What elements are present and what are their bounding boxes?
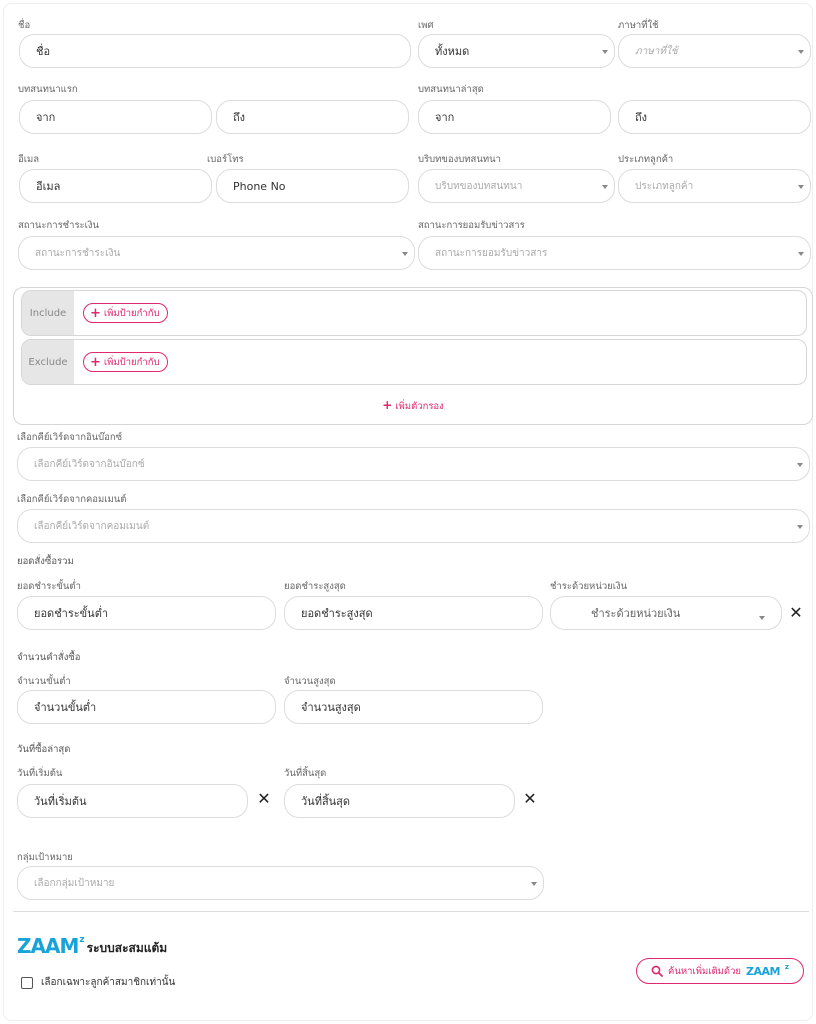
max-count-label: จำนวนสูงสุด bbox=[284, 676, 336, 687]
add-tag-label: เพิ่มป้ายกำกับ bbox=[103, 307, 160, 319]
include-add-tag-button[interactable]: + เพิ่มป้ายกำกับ bbox=[83, 303, 169, 323]
zaam-logo: ZAAM z ระบบสะสมแต้ม bbox=[17, 931, 167, 957]
language-select[interactable]: ภาษาที่ใช้ bbox=[618, 34, 811, 68]
search-button-label: ค้นหาเพิ่มเติมด้วย bbox=[668, 965, 741, 977]
zaam-title: ระบบสะสมแต้ม bbox=[86, 941, 168, 955]
language-label: ภาษาที่ใช้ bbox=[618, 20, 659, 31]
min-count-label: จำนวนขั้นต่ำ bbox=[17, 676, 71, 687]
add-filter-button[interactable]: + เพิ่มตัวกรอง bbox=[14, 398, 812, 414]
end-date-input[interactable]: วันที่สิ้นสุด bbox=[284, 784, 515, 818]
first-conversation-label: บทสนทนาแรก bbox=[18, 84, 78, 95]
start-date-label: วันที่เริ่มต้น bbox=[17, 768, 63, 779]
conversation-context-placeholder: บริบทของบทสนทนา bbox=[435, 180, 523, 192]
start-date-input[interactable]: วันที่เริ่มต้น bbox=[17, 784, 248, 818]
inbox-keyword-placeholder: เลือกคีย์เวิร์ดจากอินบ๊อกซ์ bbox=[34, 458, 145, 470]
first-conversation-from-input[interactable]: จาก bbox=[19, 100, 212, 134]
payment-status-select[interactable]: สถานะการชำระเงิน bbox=[18, 236, 415, 270]
name-label: ชื่อ bbox=[18, 20, 31, 31]
payment-status-placeholder: สถานะการชำระเงิน bbox=[35, 247, 121, 259]
plus-icon: + bbox=[90, 305, 101, 321]
email-input[interactable]: อีเมล bbox=[19, 169, 212, 203]
news-consent-select[interactable]: สถานะการยอมรับข่าวสาร bbox=[418, 236, 811, 270]
gender-select[interactable]: ทั้งหมด bbox=[418, 34, 615, 68]
chevron-down-icon bbox=[759, 616, 765, 620]
conversation-context-select[interactable]: บริบทของบทสนทนา bbox=[418, 169, 615, 203]
zaam-superscript: z bbox=[79, 935, 85, 945]
add-filter-label: เพิ่มตัวกรอง bbox=[395, 401, 444, 412]
exclude-tag-row: Exclude + เพิ่มป้ายกำกับ bbox=[21, 339, 807, 385]
start-date-clear-close-icon[interactable]: ✕ bbox=[255, 790, 273, 808]
comment-keyword-select[interactable]: เลือกคีย์เวิร์ดจากคอมเมนต์ bbox=[17, 509, 810, 543]
tag-filter-box: Include + เพิ่มป้ายกำกับ Exclude + เพิ่ม… bbox=[13, 287, 813, 425]
language-placeholder: ภาษาที่ใช้ bbox=[635, 45, 678, 57]
target-group-placeholder: เลือกกลุ่มเป้าหมาย bbox=[34, 877, 115, 889]
max-payment-label: ยอดชำระสูงสุด bbox=[284, 581, 346, 592]
members-only-checkbox[interactable] bbox=[21, 977, 33, 989]
currency-placeholder: ชำระด้วยหน่วยเงิน bbox=[591, 607, 681, 620]
news-consent-placeholder: สถานะการยอมรับข่าวสาร bbox=[435, 247, 548, 259]
email-label: อีเมล bbox=[18, 154, 40, 165]
name-input[interactable]: ชื่อ bbox=[19, 34, 411, 68]
target-group-select[interactable]: เลือกกลุ่มเป้าหมาย bbox=[17, 866, 544, 900]
order-total-title: ยอดสั่งซื้อรวม bbox=[17, 556, 74, 567]
comment-keyword-placeholder: เลือกคีย์เวิร์ดจากคอมเมนต์ bbox=[34, 520, 150, 532]
include-tag-row: Include + เพิ่มป้ายกำกับ bbox=[21, 290, 807, 336]
end-date-clear-close-icon[interactable]: ✕ bbox=[521, 790, 539, 808]
payment-status-label: สถานะการชำระเงิน bbox=[18, 220, 100, 231]
customer-type-label: ประเภทลูกค้า bbox=[618, 154, 674, 165]
currency-select[interactable]: ชำระด้วยหน่วยเงิน bbox=[550, 596, 782, 630]
comment-keyword-label: เลือกคีย์เวิร์ดจากคอมเมนต์ bbox=[17, 494, 127, 505]
order-count-title: จำนวนคำสั่งซื้อ bbox=[17, 652, 81, 663]
inbox-keyword-label: เลือกคีย์เวิร์ดจากอินบ๊อกซ์ bbox=[17, 432, 123, 443]
zaam-brand: ZAAM bbox=[17, 934, 79, 958]
customer-type-select[interactable]: ประเภทลูกค้า bbox=[618, 169, 811, 203]
end-date-label: วันที่สิ้นสุด bbox=[284, 768, 327, 779]
exclude-add-tag-button[interactable]: + เพิ่มป้ายกำกับ bbox=[83, 352, 169, 372]
last-conversation-label: บทสนทนาล่าสุด bbox=[418, 84, 484, 95]
gender-label: เพศ bbox=[418, 20, 434, 31]
phone-input[interactable]: Phone No bbox=[216, 169, 409, 203]
last-purchase-title: วันที่ซื้อล่าสุด bbox=[17, 744, 71, 755]
max-payment-input[interactable]: ยอดชำระสูงสุด bbox=[284, 596, 543, 630]
search-button-brand: ZAAM bbox=[745, 964, 780, 978]
min-payment-input[interactable]: ยอดชำระขั้นต่ำ bbox=[17, 596, 276, 630]
inbox-keyword-select[interactable]: เลือกคีย์เวิร์ดจากอินบ๊อกซ์ bbox=[17, 447, 810, 481]
add-tag-label: เพิ่มป้ายกำกับ bbox=[103, 356, 160, 368]
conversation-context-label: บริบทของบทสนทนา bbox=[418, 154, 501, 165]
news-consent-label: สถานะการยอมรับข่าวสาร bbox=[418, 220, 525, 231]
currency-label: ชำระด้วยหน่วยเงิน bbox=[550, 581, 628, 592]
min-count-input[interactable]: จำนวนขั้นต่ำ bbox=[17, 690, 276, 724]
exclude-label: Exclude bbox=[22, 340, 74, 384]
include-label: Include bbox=[22, 291, 74, 335]
last-conversation-to-input[interactable]: ถึง bbox=[618, 100, 811, 134]
members-only-label: เลือกเฉพาะลูกค้าสมาชิกเท่านั้น bbox=[41, 977, 176, 988]
zaam-search-button[interactable]: ค้นหาเพิ่มเติมด้วย ZAAM z bbox=[636, 958, 804, 984]
first-conversation-to-input[interactable]: ถึง bbox=[216, 100, 409, 134]
last-conversation-from-input[interactable]: จาก bbox=[418, 100, 611, 134]
search-icon bbox=[651, 965, 663, 977]
phone-label: เบอร์โทร bbox=[207, 154, 244, 165]
divider bbox=[13, 911, 809, 912]
plus-icon: + bbox=[382, 398, 393, 412]
gender-value: ทั้งหมด bbox=[435, 45, 470, 58]
min-payment-label: ยอดชำระขั้นต่ำ bbox=[17, 581, 81, 592]
target-group-label: กลุ่มเป้าหมาย bbox=[17, 852, 73, 863]
search-button-brand-superscript: z bbox=[784, 963, 789, 971]
currency-clear-close-icon[interactable]: ✕ bbox=[787, 604, 805, 622]
customer-type-placeholder: ประเภทลูกค้า bbox=[635, 180, 694, 192]
max-count-input[interactable]: จำนวนสูงสุด bbox=[284, 690, 543, 724]
plus-icon: + bbox=[90, 354, 101, 370]
